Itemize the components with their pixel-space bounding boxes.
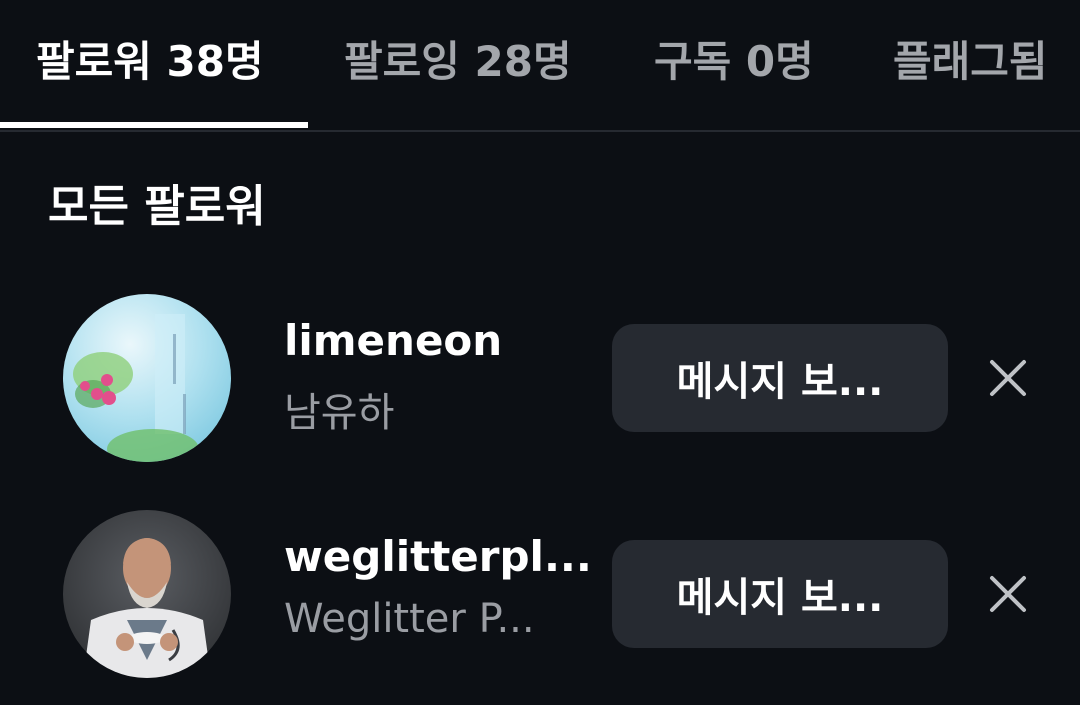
follower-fullname: Weglitter P...: [284, 596, 535, 642]
follower-row[interactable]: limeneon 남유하 메시지 보...: [0, 294, 1080, 474]
avatar[interactable]: [63, 510, 231, 678]
tab-bar: 팔로워 38명 팔로잉 28명 구독 0명 플래그됨: [0, 0, 1080, 132]
tab-followers[interactable]: 팔로워 38명: [36, 28, 264, 89]
avatar[interactable]: [63, 294, 231, 462]
section-title: 모든 팔로워: [48, 181, 266, 232]
active-tab-indicator: [0, 122, 308, 128]
tab-subscriptions[interactable]: 구독 0명: [654, 28, 814, 89]
follower-username[interactable]: limeneon: [284, 316, 502, 365]
close-icon[interactable]: [984, 354, 1032, 402]
close-icon[interactable]: [984, 570, 1032, 618]
follower-username[interactable]: weglitterpl...: [284, 532, 592, 581]
tab-flagged[interactable]: 플래그됨: [893, 28, 1048, 89]
tab-following[interactable]: 팔로잉 28명: [344, 28, 572, 89]
follower-fullname: 남유하: [284, 390, 395, 436]
message-button[interactable]: 메시지 보...: [612, 540, 948, 648]
follower-row[interactable]: weglitterpl... Weglitter P... 메시지 보...: [0, 510, 1080, 690]
message-button[interactable]: 메시지 보...: [612, 324, 948, 432]
watercolor-book-cover-avatar: [63, 294, 231, 462]
doctor-portrait-avatar: [63, 510, 231, 678]
